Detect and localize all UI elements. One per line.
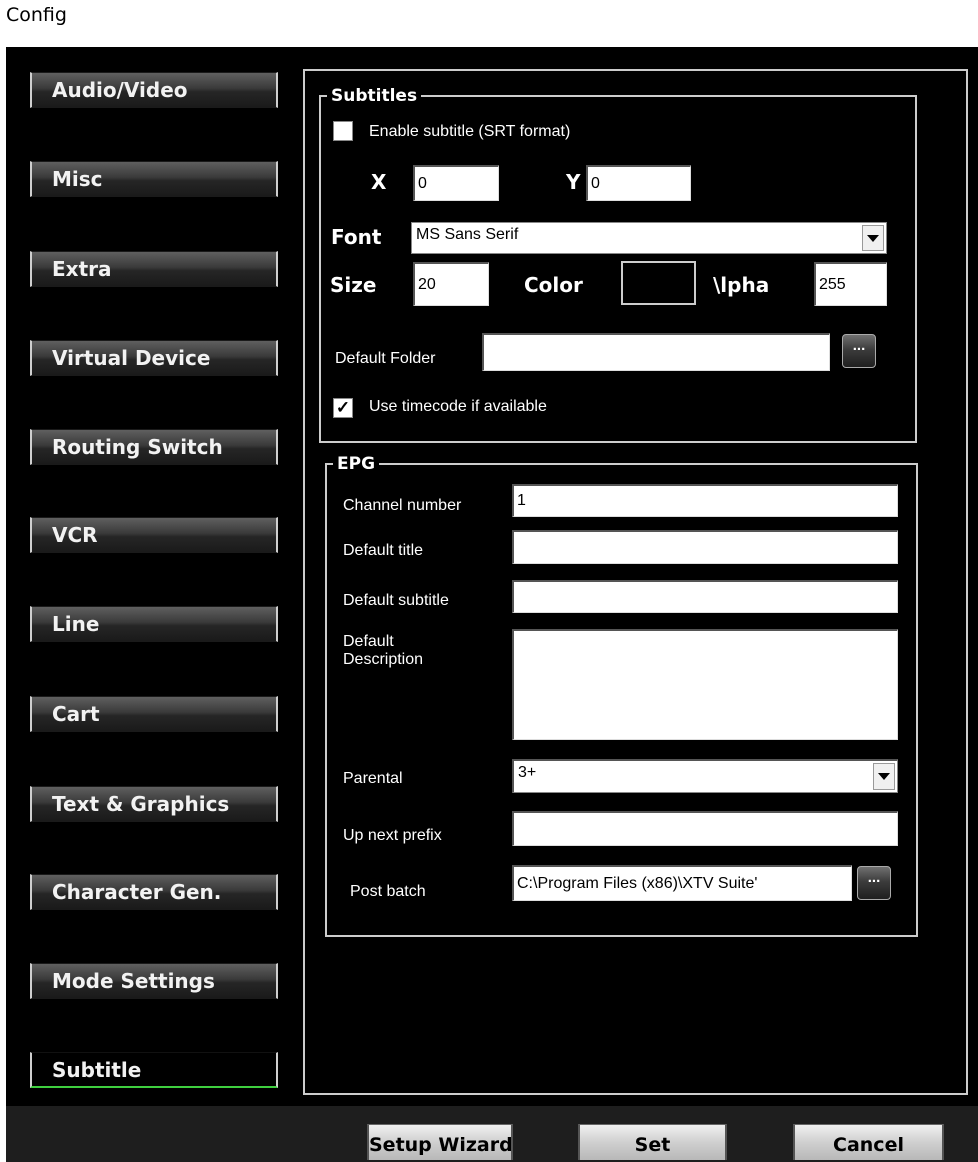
parental-select[interactable]: 3+ [512, 759, 898, 793]
up-next-prefix-input[interactable] [512, 811, 898, 846]
alpha-label: \lpha [713, 273, 770, 297]
y-input[interactable] [586, 165, 691, 201]
timecode-label: Use timecode if available [369, 398, 547, 415]
window-title: Config [6, 4, 67, 26]
browse-folder-button[interactable]: ... [842, 334, 876, 368]
set-button[interactable]: Set [578, 1124, 727, 1160]
subtitles-legend: Subtitles [331, 86, 418, 106]
post-batch-input[interactable] [512, 865, 852, 901]
default-subtitle-label: Default subtitle [343, 592, 449, 609]
default-folder-input[interactable] [482, 333, 830, 371]
x-label: X [371, 170, 387, 194]
default-description-input[interactable] [512, 629, 898, 740]
nav-extra[interactable]: Extra [30, 251, 278, 287]
nav-routing-switch[interactable]: Routing Switch [30, 429, 278, 465]
nav-misc[interactable]: Misc [30, 161, 278, 197]
up-next-prefix-label: Up next prefix [343, 827, 442, 844]
cancel-button[interactable]: Cancel [793, 1124, 944, 1160]
font-select-value: MS Sans Serif [416, 226, 519, 243]
default-title-label: Default title [343, 542, 424, 559]
nav-text-graphics[interactable]: Text & Graphics [30, 786, 278, 822]
color-label: Color [524, 273, 583, 297]
font-label: Font [331, 225, 382, 249]
nav-vcr[interactable]: VCR [30, 517, 278, 553]
default-title-input[interactable] [512, 530, 898, 564]
nav-mode-settings[interactable]: Mode Settings [30, 963, 278, 999]
check-icon: ✓ [335, 398, 351, 417]
nav-virtual-device[interactable]: Virtual Device [30, 340, 278, 376]
size-input[interactable] [413, 262, 489, 306]
x-input[interactable] [413, 165, 499, 201]
setup-wizard-button[interactable]: Setup Wizard [367, 1124, 513, 1160]
nav-cart[interactable]: Cart [30, 696, 278, 732]
nav-line[interactable]: Line [30, 606, 278, 642]
enable-subtitle-label: Enable subtitle (SRT format) [369, 123, 571, 140]
default-description-label-line2: Description [343, 651, 424, 668]
epg-legend: EPG [337, 454, 376, 474]
chevron-down-icon[interactable] [873, 763, 895, 790]
enable-subtitle-checkbox[interactable] [333, 121, 353, 141]
default-subtitle-input[interactable] [512, 580, 898, 613]
channel-number-input[interactable] [512, 484, 898, 517]
parental-label: Parental [343, 770, 403, 787]
default-description-label-line1: Default [343, 633, 394, 650]
color-swatch[interactable] [621, 261, 696, 305]
nav-audio-video[interactable]: Audio/Video [30, 72, 278, 108]
timecode-checkbox[interactable]: ✓ [333, 398, 353, 418]
default-folder-label: Default Folder [335, 350, 436, 367]
chevron-down-icon[interactable] [862, 225, 884, 251]
y-label: Y [566, 170, 581, 194]
font-select[interactable]: MS Sans Serif [411, 222, 887, 254]
browse-post-batch-button[interactable]: ... [857, 866, 891, 900]
channel-number-label: Channel number [343, 497, 462, 514]
nav-subtitle[interactable]: Subtitle [30, 1052, 278, 1088]
size-label: Size [330, 273, 377, 297]
post-batch-label: Post batch [350, 883, 426, 900]
nav-character-gen[interactable]: Character Gen. [30, 874, 278, 910]
alpha-input[interactable] [814, 262, 887, 306]
parental-select-value: 3+ [518, 764, 537, 781]
